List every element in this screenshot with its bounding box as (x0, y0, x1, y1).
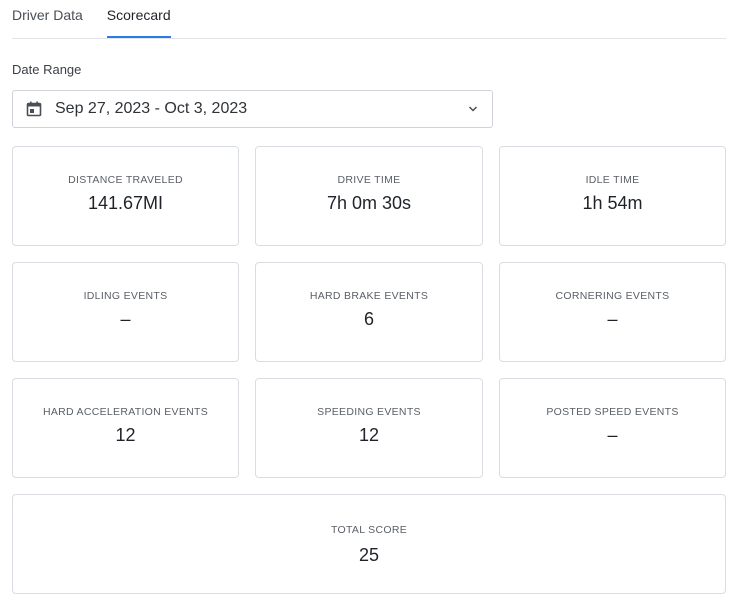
card-label: HARD ACCELERATION EVENTS (42, 406, 209, 418)
card-idle-time: IDLE TIME 1h 54m (499, 146, 726, 246)
card-value: 12 (358, 425, 380, 445)
card-value: – (607, 425, 618, 445)
card-label: CORNERING EVENTS (555, 290, 670, 302)
card-value: 1h 54m (582, 193, 643, 213)
card-hard-brake-events: HARD BRAKE EVENTS 6 (255, 262, 483, 362)
card-label: DRIVE TIME (337, 174, 401, 186)
tab-scorecard[interactable]: Scorecard (106, 0, 171, 38)
card-value: – (120, 309, 131, 329)
tab-driver-data[interactable]: Driver Data (12, 0, 83, 37)
card-total-score: TOTAL SCORE 25 (12, 494, 726, 594)
card-value: 7h 0m 30s (326, 193, 412, 213)
card-speeding-events: SPEEDING EVENTS 12 (255, 378, 483, 478)
card-value: 141.67MI (87, 193, 164, 213)
card-hard-acceleration-events: HARD ACCELERATION EVENTS 12 (12, 378, 239, 478)
card-distance-traveled: DISTANCE TRAVELED 141.67MI (12, 146, 239, 246)
card-idling-events: IDLING EVENTS – (12, 262, 239, 362)
date-range-picker[interactable]: Sep 27, 2023 - Oct 3, 2023 (12, 90, 493, 128)
chevron-down-icon (468, 106, 478, 112)
card-value: 12 (115, 425, 136, 445)
calendar-icon (26, 101, 42, 117)
scorecard-page: Driver Data Scorecard Date Range Sep 27,… (0, 0, 736, 604)
card-label: IDLING EVENTS (83, 290, 168, 302)
card-posted-speed-events: POSTED SPEED EVENTS – (499, 378, 726, 478)
card-value: 6 (363, 309, 374, 329)
card-label: IDLE TIME (585, 174, 640, 186)
card-value: – (607, 309, 618, 329)
card-cornering-events: CORNERING EVENTS – (499, 262, 726, 362)
total-score-label: TOTAL SCORE (330, 524, 408, 536)
card-label: SPEEDING EVENTS (317, 406, 421, 418)
card-drive-time: DRIVE TIME 7h 0m 30s (255, 146, 483, 246)
date-range-label: Date Range (12, 62, 82, 77)
card-label: HARD BRAKE EVENTS (309, 290, 429, 302)
date-range-value: Sep 27, 2023 - Oct 3, 2023 (55, 100, 248, 117)
card-label: POSTED SPEED EVENTS (546, 406, 679, 418)
total-score-value: 25 (358, 545, 380, 565)
tab-bar: Driver Data Scorecard (12, 0, 726, 39)
card-label: DISTANCE TRAVELED (68, 174, 183, 186)
